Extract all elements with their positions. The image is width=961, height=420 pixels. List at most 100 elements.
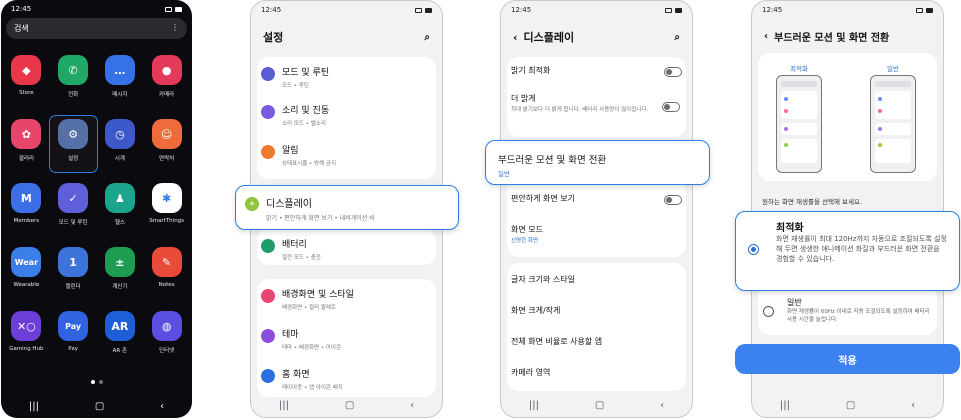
setting-adaptive-brightness[interactable]: 밝기 최적화 [511, 65, 682, 77]
settings-item-sub: 소리 모드 • 벨소리 [282, 121, 326, 127]
app-phone[interactable]: ✆ 전화 [50, 52, 97, 108]
page-title: 설정 [263, 31, 284, 44]
app-label: AR 존 [112, 348, 128, 354]
setting-eye-comfort[interactable]: 편안하게 화면 보기 [511, 193, 682, 205]
radio-optimized[interactable] [748, 244, 759, 255]
preview-label-standard: 일반 [887, 65, 899, 73]
modes-routines-icon [261, 67, 275, 81]
status-icons [665, 7, 682, 13]
back-arrow-icon[interactable]: ‹ [764, 31, 768, 42]
app-settings[interactable]: ⚙ 설정 [48, 115, 98, 173]
back-icon[interactable]: ‹ [410, 400, 414, 411]
status-bar: 12:45 [261, 4, 432, 16]
app-clock[interactable]: ◷ 시계 [97, 116, 144, 172]
setting-motion-smoothness[interactable]: 부드러운 모션 및 화면 전환 일반 [485, 140, 710, 185]
home-button-icon[interactable]: ▢ [345, 400, 354, 411]
app-health[interactable]: ♟ 헬스 [97, 180, 144, 236]
setting-extra-brightness[interactable]: 더 밝게 최대 밝기보다 더 밝게 합니다. 배터리 사용량이 많아집니다. [511, 93, 654, 114]
app-gallery[interactable]: ✿ 갤러리 [3, 116, 50, 172]
eye-comfort-toggle[interactable] [664, 195, 682, 205]
settings-item-modes-routines[interactable]: 모드 및 루틴 모드 • 루틴 [261, 65, 432, 89]
app-label: 갤러리 [18, 156, 34, 162]
settings-item-theme[interactable]: 테마 테마 • 배경화면 • 아이콘 [261, 327, 432, 351]
more-options-icon[interactable]: ⋮ [171, 23, 179, 34]
apply-button[interactable]: 적용 [735, 344, 960, 374]
app-message[interactable]: … 메시지 [97, 52, 144, 108]
recents-icon[interactable]: ||| [29, 401, 39, 412]
settings-header: 설정 ⌕ [263, 29, 430, 45]
search-label: 검색 [14, 24, 29, 33]
status-time: 12:45 [511, 6, 532, 14]
settings-item-sound[interactable]: 소리 및 진동소리 모드 • 벨소리 [261, 103, 432, 127]
back-icon[interactable]: ‹ [660, 400, 664, 411]
battery-status-icon [425, 7, 432, 13]
home-button-icon[interactable]: ▢ [95, 401, 104, 412]
setting-camera-cutout[interactable]: 카메라 영역 [511, 367, 682, 378]
settings-item-title: 소리 및 진동 [282, 106, 330, 116]
home-button-icon[interactable]: ▢ [595, 400, 604, 411]
app-camera[interactable]: ● 카메라 [143, 52, 190, 108]
settings-item-display[interactable]: ☀ 디스플레이 밝기 • 편안하게 화면 보기 • 내비게이션 바 [235, 185, 459, 230]
gaming-hub-icon: ✕○ [11, 311, 42, 341]
preview-phone-standard [870, 75, 916, 173]
setting-sub: 최대 밝기보다 더 밝게 합니다. 배터리 사용량이 많아집니다. [511, 107, 649, 113]
battery-status-icon [926, 7, 933, 13]
page-dot [98, 380, 103, 384]
recents-icon[interactable]: ||| [529, 400, 539, 411]
preview-label-optimized: 최적화 [790, 65, 808, 73]
pay-icon: Pay [58, 311, 89, 341]
setting-title: 부드러운 모션 및 화면 전환 [498, 155, 607, 166]
setting-screen-mode[interactable]: 화면 모드 선명한 화면 [511, 224, 682, 245]
app-label: Store [19, 90, 34, 96]
option-optimized[interactable]: 최적화 화면 재생률이 최대 120Hz까지 자동으로 조절되도록 설정해 두면… [735, 211, 960, 291]
app-pay[interactable]: Pay Pay [50, 308, 97, 364]
app-notes[interactable]: ✎ Notes [143, 244, 190, 300]
app-label: 시계 [114, 156, 125, 162]
option-desc: 화면 재생률이 최대 120Hz까지 자동으로 조절되도록 설정해 두면 생생한… [776, 235, 947, 264]
app-store[interactable]: ◆ Store [3, 52, 50, 108]
home-search-bar[interactable]: 검색 ⋮ [6, 18, 187, 39]
navigation-bar: ||| ▢ ‹ [251, 400, 442, 411]
setting-title: 화면 크게/작게 [511, 306, 561, 315]
setting-fullscreen-apps[interactable]: 전체 화면 비율로 사용할 앱 [511, 336, 682, 347]
app-label: Pay [68, 346, 78, 352]
back-icon[interactable]: ‹ [911, 400, 915, 411]
app-calendar[interactable]: 1 캘린더 [50, 244, 97, 300]
settings-item-home[interactable]: 홈 화면 레이아웃 • 앱 아이콘 배지 [261, 367, 432, 391]
setting-title: 편안하게 화면 보기 [511, 194, 575, 203]
app-label: 인터넷 [159, 348, 175, 354]
preview-phone-optimized [776, 75, 822, 173]
settings-item-sub: 밝기 • 편안하게 화면 보기 • 내비게이션 바 [266, 215, 375, 222]
settings-item-battery[interactable]: 배터리 절전 모드 • 충전 [261, 237, 432, 261]
back-icon[interactable]: ‹ [160, 401, 164, 412]
adaptive-brightness-toggle[interactable] [664, 67, 682, 77]
wearable-icon: Wear [11, 247, 42, 277]
search-icon[interactable]: ⌕ [424, 32, 430, 43]
app-smartthings[interactable]: ✱ SmartThings [143, 180, 190, 236]
setting-font-size[interactable]: 글자 크기와 스타일 [511, 274, 682, 285]
settings-item-notification[interactable]: 알림 상태표시줄 • 방해 금지 [261, 143, 432, 167]
recents-icon[interactable]: ||| [780, 400, 790, 411]
app-internet[interactable]: ◍ 인터넷 [143, 308, 190, 364]
recents-icon[interactable]: ||| [279, 400, 289, 411]
app-contacts[interactable]: ☺ 연락처 [143, 116, 190, 172]
home-button-icon[interactable]: ▢ [846, 400, 855, 411]
search-icon[interactable]: ⌕ [674, 32, 680, 43]
app-members[interactable]: M Members [3, 180, 50, 236]
app-modes-routines[interactable]: ✓ 모드 및 루틴 [50, 180, 97, 236]
modes-routines-icon: ✓ [58, 183, 89, 213]
page-indicator [1, 380, 192, 384]
back-arrow-icon[interactable]: ‹ [513, 31, 518, 44]
app-label: 메시지 [112, 92, 128, 98]
extra-brightness-toggle[interactable] [662, 102, 680, 112]
settings-item-title: 알림 [282, 146, 299, 156]
app-calculator[interactable]: ± 계산기 [97, 244, 144, 300]
radio-standard[interactable] [763, 306, 774, 317]
settings-item-wallpaper[interactable]: 배경화면 및 스타일 배경화면 • 컬러 팔레트 [261, 287, 432, 311]
app-wearable[interactable]: Wear Wearable [3, 244, 50, 300]
app-gaming-hub[interactable]: ✕○ Gaming Hub [3, 308, 50, 364]
navigation-bar: ||| ▢ ‹ [752, 400, 943, 411]
option-desc: 화면 재생률이 60Hz 이내로 자동 조절되도록 설정하여 배터리 사용 시간… [787, 309, 930, 323]
setting-screen-zoom[interactable]: 화면 크게/작게 [511, 305, 682, 316]
app-ar-zone[interactable]: AR AR 존 [97, 308, 144, 364]
